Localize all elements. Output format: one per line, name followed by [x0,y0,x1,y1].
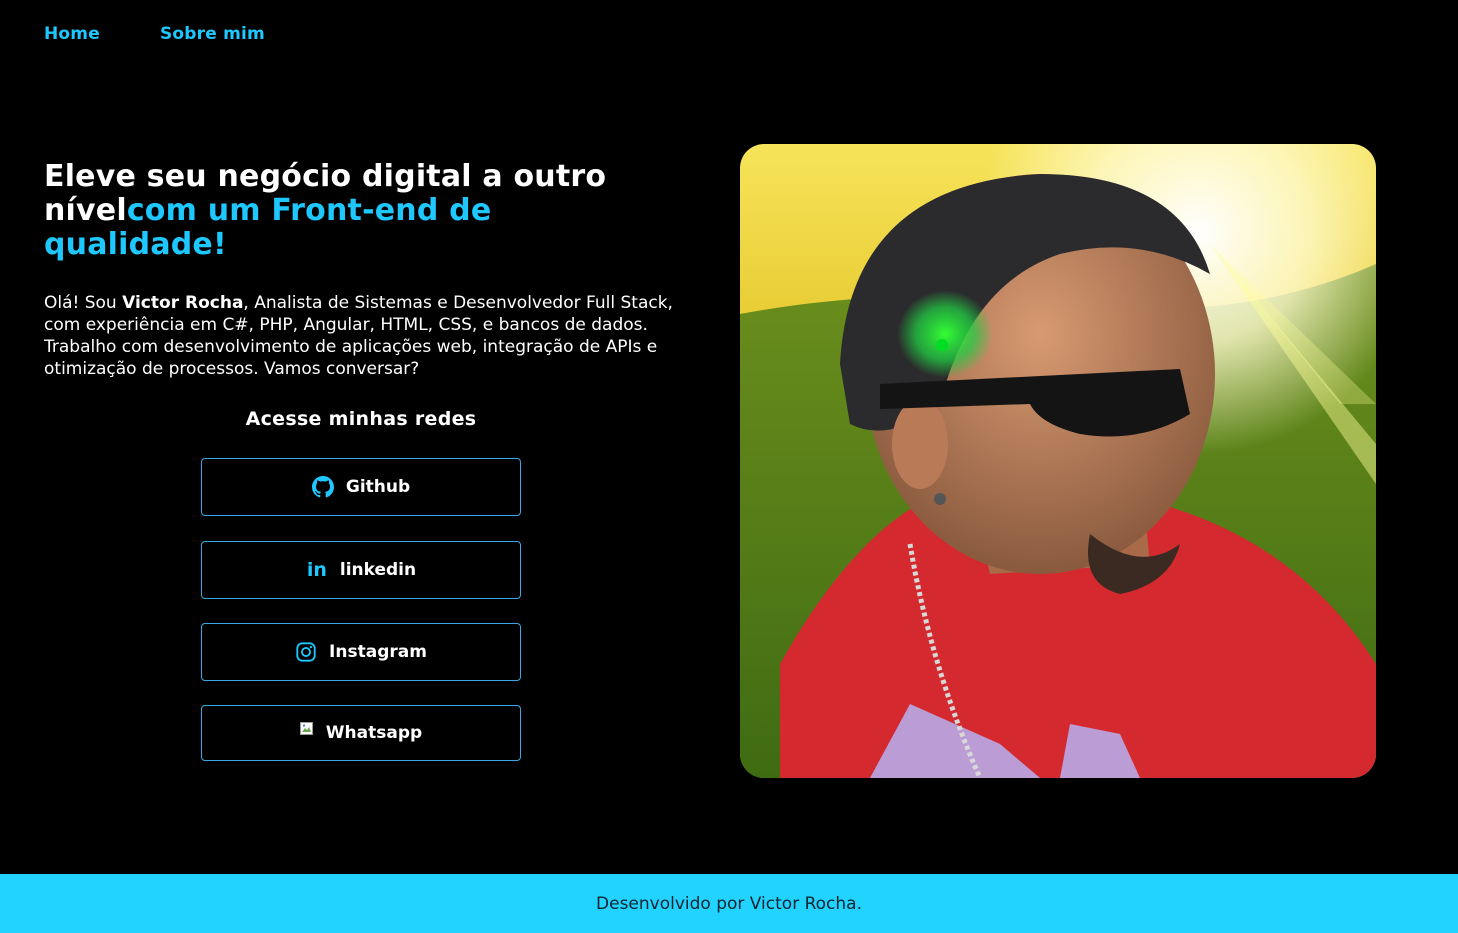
top-nav: Home Sobre mim [44,24,265,44]
intro-paragraph: Olá! Sou Victor Rocha, Analista de Siste… [44,292,684,380]
whatsapp-label: Whatsapp [325,723,423,743]
hero-title: Eleve seu negócio digital a outro nívelc… [44,160,684,262]
linkedin-label: linkedin [339,560,417,580]
github-button[interactable]: Github [201,458,521,516]
linkedin-button[interactable]: in linkedin [201,541,521,599]
social-heading: Acesse minhas redes [245,408,477,430]
page: Home Sobre mim Eleve seu negócio digital… [0,0,1458,933]
github-icon [311,476,334,498]
instagram-label: Instagram [329,642,427,662]
footer: Desenvolvido por Victor Rocha. [0,874,1458,933]
linkedin-icon: in [306,558,327,581]
whatsapp-button[interactable]: Whatsapp [201,705,521,761]
intro-text-start: Olá! Sou [44,293,123,313]
nav-link-about[interactable]: Sobre mim [160,24,265,44]
broken-image-icon [299,721,314,735]
footer-credit: Desenvolvido por Victor Rocha. [596,893,862,914]
profile-photo [740,144,1376,778]
github-label: Github [345,477,411,497]
intro-name: Victor Rocha [122,293,244,313]
nav-link-home[interactable]: Home [44,24,100,44]
instagram-icon [295,641,317,663]
instagram-button[interactable]: Instagram [201,623,521,681]
